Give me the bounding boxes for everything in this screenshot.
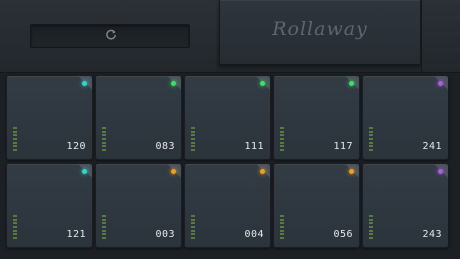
status-led-icon bbox=[349, 169, 354, 174]
pad-004[interactable]: 004 bbox=[184, 163, 271, 248]
status-led-icon bbox=[171, 169, 176, 174]
status-led-icon bbox=[82, 169, 87, 174]
level-meter bbox=[369, 215, 373, 239]
pad-label: 241 bbox=[422, 141, 442, 152]
top-bar: Rollaway bbox=[0, 0, 460, 73]
pad-label: 111 bbox=[244, 141, 264, 152]
pad-label: 121 bbox=[66, 229, 86, 240]
pad-083[interactable]: 083 bbox=[95, 75, 182, 160]
title-panel: Rollaway bbox=[219, 0, 421, 65]
level-meter bbox=[13, 127, 17, 151]
pad-label: 120 bbox=[66, 141, 86, 152]
level-meter bbox=[280, 215, 284, 239]
pad-label: 117 bbox=[333, 141, 353, 152]
search-field[interactable] bbox=[30, 24, 190, 48]
pad-056[interactable]: 056 bbox=[273, 163, 360, 248]
status-led-icon bbox=[438, 81, 443, 86]
pad-003[interactable]: 003 bbox=[95, 163, 182, 248]
level-meter bbox=[280, 127, 284, 151]
pad-label: 056 bbox=[333, 229, 353, 240]
pad-label: 004 bbox=[244, 229, 264, 240]
status-led-icon bbox=[260, 81, 265, 86]
pad-121[interactable]: 121 bbox=[6, 163, 93, 248]
pad-117[interactable]: 117 bbox=[273, 75, 360, 160]
level-meter bbox=[102, 127, 106, 151]
status-led-icon bbox=[438, 169, 443, 174]
pad-241[interactable]: 241 bbox=[362, 75, 449, 160]
refresh-icon[interactable] bbox=[104, 28, 118, 42]
status-led-icon bbox=[349, 81, 354, 86]
level-meter bbox=[13, 215, 17, 239]
pad-label: 083 bbox=[155, 141, 175, 152]
pad-120[interactable]: 120 bbox=[6, 75, 93, 160]
toolbar-right bbox=[421, 0, 460, 72]
pad-111[interactable]: 111 bbox=[184, 75, 271, 160]
status-led-icon bbox=[260, 169, 265, 174]
toolbar-left bbox=[0, 0, 216, 72]
pad-label: 243 bbox=[422, 229, 442, 240]
level-meter bbox=[191, 215, 195, 239]
pad-grid: 120 083 111 117 241 121 003 004 056 243 bbox=[6, 75, 456, 257]
app-title: Rollaway bbox=[272, 18, 368, 40]
pad-label: 003 bbox=[155, 229, 175, 240]
pad-243[interactable]: 243 bbox=[362, 163, 449, 248]
level-meter bbox=[102, 215, 106, 239]
status-led-icon bbox=[82, 81, 87, 86]
status-led-icon bbox=[171, 81, 176, 86]
level-meter bbox=[369, 127, 373, 151]
level-meter bbox=[191, 127, 195, 151]
